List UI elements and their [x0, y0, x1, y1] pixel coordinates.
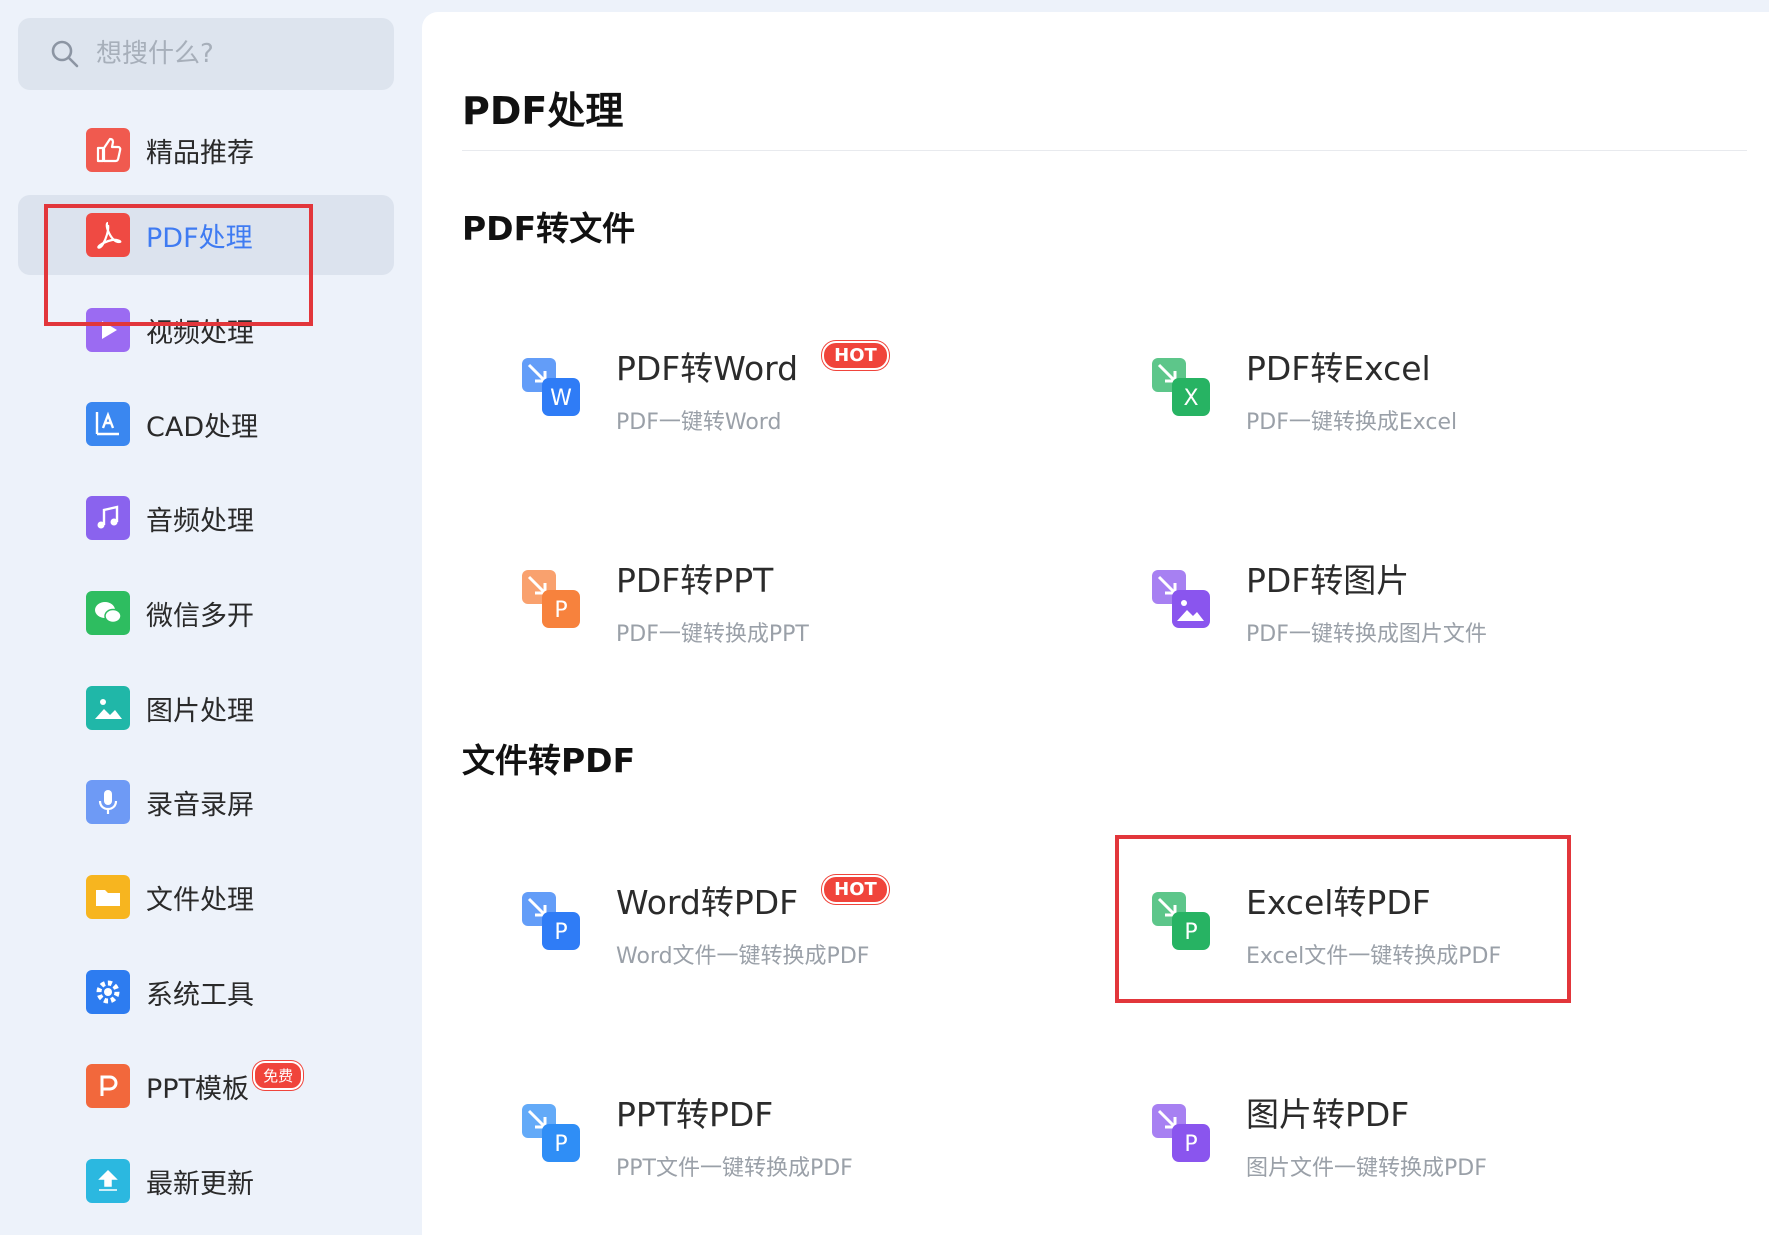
sidebar-item-label: 音频处理: [146, 505, 254, 537]
svg-text:P: P: [554, 598, 567, 623]
section-title: PDF转文件: [462, 209, 636, 248]
tool-pdf-to-ppt[interactable]: P PDF转PPT PDF一键转换成PPT: [520, 554, 1080, 654]
svg-text:P: P: [1184, 920, 1197, 945]
sidebar-item-record[interactable]: 录音录屏: [18, 762, 394, 842]
search-input[interactable]: [94, 38, 378, 70]
sidebar-item-update[interactable]: 最新更新: [18, 1141, 394, 1221]
upload-icon: [86, 1159, 130, 1203]
sidebar-item-ppt-template[interactable]: PPT模板 免费: [18, 1046, 394, 1126]
word-to-pdf-icon: P: [520, 890, 584, 954]
sidebar-item-label: 最新更新: [146, 1168, 254, 1200]
tool-name: PDF转Word: [616, 349, 799, 388]
tool-description: 图片文件一键转换成PDF: [1246, 1156, 1487, 1181]
play-icon: [86, 308, 130, 352]
pdf-to-word-icon: W: [520, 356, 584, 420]
search-icon: [51, 40, 79, 68]
hot-badge: HOT: [822, 874, 889, 904]
pdf-to-image-icon: [1150, 568, 1214, 632]
pdf-to-ppt-icon: P: [520, 568, 584, 632]
sidebar-item-label: 图片处理: [146, 695, 254, 727]
tool-description: PDF一键转换成Excel: [1246, 410, 1458, 435]
tool-name: PDF转图片: [1246, 561, 1410, 600]
folder-icon: [86, 875, 130, 919]
tool-pdf-to-excel[interactable]: X PDF转Excel PDF一键转换成Excel: [1150, 342, 1710, 442]
tool-image-to-pdf[interactable]: P 图片转PDF 图片文件一键转换成PDF: [1150, 1088, 1710, 1188]
svg-text:P: P: [554, 920, 567, 945]
sidebar-item-label: PPT模板: [146, 1073, 250, 1105]
sidebar-item-label: PDF处理: [146, 222, 253, 254]
sidebar-item-system[interactable]: 系统工具: [18, 952, 394, 1032]
microphone-icon: [86, 780, 130, 824]
sidebar-item-cad[interactable]: CAD处理: [18, 384, 394, 464]
main-panel: PDF处理 PDF转文件 W PDF转Word HOT PDF一键转Word X …: [422, 12, 1769, 1235]
tool-name: Word转PDF: [616, 883, 799, 922]
ppt-icon: [86, 1064, 130, 1108]
sidebar-item-label: 录音录屏: [146, 789, 254, 821]
sidebar-item-label: CAD处理: [146, 411, 259, 443]
tool-name: PPT转PDF: [616, 1095, 774, 1134]
svg-text:X: X: [1183, 386, 1198, 411]
ppt-to-pdf-icon: P: [520, 1102, 584, 1166]
svg-text:P: P: [1184, 1132, 1197, 1157]
sidebar-item-label: 精品推荐: [146, 137, 254, 169]
tool-description: PDF一键转换成图片文件: [1246, 622, 1487, 647]
sidebar-item-recommended[interactable]: 精品推荐: [18, 110, 394, 190]
gear-icon: [86, 970, 130, 1014]
tool-name: Excel转PDF: [1246, 883, 1431, 922]
wechat-icon: [86, 591, 130, 635]
cad-icon: [86, 402, 130, 446]
image-to-pdf-icon: P: [1150, 1102, 1214, 1166]
tool-word-to-pdf[interactable]: P Word转PDF HOT Word文件一键转换成PDF: [520, 874, 1080, 976]
section-title: 文件转PDF: [462, 741, 636, 780]
image-icon: [86, 686, 130, 730]
thumbs-up-icon: [86, 128, 130, 172]
tool-excel-to-pdf[interactable]: P Excel转PDF Excel文件一键转换成PDF: [1150, 876, 1710, 976]
free-badge: 免费: [253, 1060, 304, 1090]
excel-to-pdf-icon: P: [1150, 890, 1214, 954]
sidebar-item-image[interactable]: 图片处理: [18, 668, 394, 748]
sidebar-item-label: 文件处理: [146, 884, 254, 916]
music-icon: [86, 496, 130, 540]
sidebar-item-video[interactable]: 视频处理: [18, 290, 394, 370]
svg-text:P: P: [554, 1132, 567, 1157]
pdf-icon: [86, 213, 130, 257]
tool-description: PDF一键转换成PPT: [616, 622, 809, 647]
tool-pdf-to-word[interactable]: W PDF转Word HOT PDF一键转Word: [520, 340, 1080, 442]
tool-ppt-to-pdf[interactable]: P PPT转PDF PPT文件一键转换成PDF: [520, 1088, 1080, 1188]
hot-badge: HOT: [822, 340, 889, 370]
tool-pdf-to-image[interactable]: PDF转图片 PDF一键转换成图片文件: [1150, 554, 1710, 654]
pdf-to-excel-icon: X: [1150, 356, 1214, 420]
page-title: PDF处理: [462, 89, 624, 133]
tool-description: Word文件一键转换成PDF: [616, 944, 870, 969]
sidebar-item-label: 微信多开: [146, 600, 254, 632]
search-box[interactable]: [18, 18, 394, 90]
sidebar-item-wechat[interactable]: 微信多开: [18, 573, 394, 653]
divider: [462, 150, 1747, 151]
sidebar-item-label: 系统工具: [146, 979, 254, 1011]
sidebar: 精品推荐 PDF处理 视频处理 CAD处理 音频处理 微信多开: [0, 0, 420, 1235]
tool-description: Excel文件一键转换成PDF: [1246, 944, 1502, 969]
tool-name: PDF转PPT: [616, 561, 774, 600]
tool-name: PDF转Excel: [1246, 349, 1431, 388]
tool-name: 图片转PDF: [1246, 1095, 1410, 1134]
sidebar-item-pdf[interactable]: PDF处理: [18, 195, 394, 275]
sidebar-item-audio[interactable]: 音频处理: [18, 478, 394, 558]
svg-text:W: W: [550, 386, 572, 411]
sidebar-item-file[interactable]: 文件处理: [18, 857, 394, 937]
sidebar-item-label: 视频处理: [146, 317, 254, 349]
tool-description: PPT文件一键转换成PDF: [616, 1156, 853, 1181]
tool-description: PDF一键转Word: [616, 410, 782, 435]
